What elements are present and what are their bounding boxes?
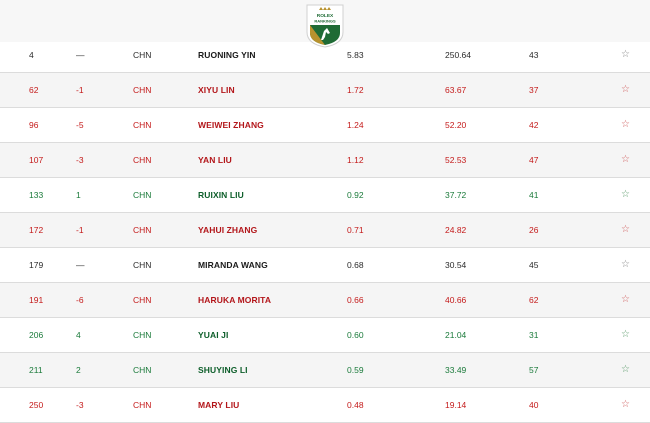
country-cell: CHN: [133, 225, 152, 235]
favorite-star-icon[interactable]: ☆: [621, 38, 630, 72]
player-name-link[interactable]: YAHUI ZHANG: [198, 213, 257, 247]
movement-cell: -1: [76, 85, 84, 95]
rank-cell: 191: [29, 295, 44, 305]
rank-cell: 179: [29, 260, 44, 270]
total-points-cell: 24.82: [445, 225, 467, 235]
average-points-cell: 1.24: [347, 120, 364, 130]
average-points-cell: 0.71: [347, 225, 364, 235]
movement-cell: -6: [76, 295, 84, 305]
rank-cell: 96: [29, 120, 39, 130]
table-row[interactable]: 107 -3 CHN YAN LIU 1.12 52.53 47 ☆: [0, 143, 650, 178]
country-cell: CHN: [133, 155, 152, 165]
average-points-cell: 0.66: [347, 295, 364, 305]
total-points-cell: 30.54: [445, 260, 467, 270]
favorite-star-icon[interactable]: ☆: [621, 353, 630, 387]
rank-cell: 107: [29, 155, 44, 165]
movement-cell: 1: [76, 190, 81, 200]
rank-cell: 4: [29, 50, 34, 60]
table-row[interactable]: 211 2 CHN SHUYING LI 0.59 33.49 57 ☆: [0, 353, 650, 388]
player-name-link[interactable]: WEIWEI ZHANG: [198, 108, 264, 142]
table-row[interactable]: 133 1 CHN RUIXIN LIU 0.92 37.72 41 ☆: [0, 178, 650, 213]
country-cell: CHN: [133, 50, 152, 60]
average-points-cell: 0.59: [347, 365, 364, 375]
player-name-link[interactable]: XIYU LIN: [198, 73, 235, 107]
rank-cell: 62: [29, 85, 39, 95]
rankings-shield-icon: ROLEX RANKINGS: [306, 4, 344, 48]
player-name-link[interactable]: SHUYING LI: [198, 353, 248, 387]
player-name-link[interactable]: RUONING YIN: [198, 38, 256, 72]
rolex-rankings-logo[interactable]: ROLEX RANKINGS: [306, 4, 344, 48]
favorite-star-icon[interactable]: ☆: [621, 143, 630, 177]
total-points-cell: 63.67: [445, 85, 467, 95]
player-name-link[interactable]: YUAI JI: [198, 318, 228, 352]
events-played-cell: 45: [529, 260, 539, 270]
events-played-cell: 42: [529, 120, 539, 130]
rank-cell: 133: [29, 190, 44, 200]
country-cell: CHN: [133, 85, 152, 95]
total-points-cell: 37.72: [445, 190, 467, 200]
total-points-cell: 40.66: [445, 295, 467, 305]
total-points-cell: 21.04: [445, 330, 467, 340]
favorite-star-icon[interactable]: ☆: [621, 318, 630, 352]
events-played-cell: 47: [529, 155, 539, 165]
rank-cell: 172: [29, 225, 44, 235]
events-played-cell: 26: [529, 225, 539, 235]
favorite-star-icon[interactable]: ☆: [621, 178, 630, 212]
movement-cell: -3: [76, 155, 84, 165]
total-points-cell: 250.64: [445, 50, 471, 60]
country-cell: CHN: [133, 120, 152, 130]
table-row[interactable]: 62 -1 CHN XIYU LIN 1.72 63.67 37 ☆: [0, 73, 650, 108]
logo-label: RANKINGS: [314, 19, 336, 24]
movement-cell: 4: [76, 330, 81, 340]
country-cell: CHN: [133, 330, 152, 340]
table-row[interactable]: 250 -3 CHN MARY LIU 0.48 19.14 40 ☆: [0, 388, 650, 423]
events-played-cell: 62: [529, 295, 539, 305]
favorite-star-icon[interactable]: ☆: [621, 213, 630, 247]
average-points-cell: 0.60: [347, 330, 364, 340]
player-name-link[interactable]: MIRANDA WANG: [198, 248, 268, 282]
table-row[interactable]: 172 -1 CHN YAHUI ZHANG 0.71 24.82 26 ☆: [0, 213, 650, 248]
rank-cell: 206: [29, 330, 44, 340]
table-row[interactable]: 191 -6 CHN HARUKA MORITA 0.66 40.66 62 ☆: [0, 283, 650, 318]
events-played-cell: 57: [529, 365, 539, 375]
average-points-cell: 0.92: [347, 190, 364, 200]
table-row[interactable]: 179 — CHN MIRANDA WANG 0.68 30.54 45 ☆: [0, 248, 650, 283]
events-played-cell: 43: [529, 50, 539, 60]
table-row[interactable]: 96 -5 CHN WEIWEI ZHANG 1.24 52.20 42 ☆: [0, 108, 650, 143]
country-cell: CHN: [133, 260, 152, 270]
events-played-cell: 37: [529, 85, 539, 95]
player-name-link[interactable]: YAN LIU: [198, 143, 232, 177]
total-points-cell: 33.49: [445, 365, 467, 375]
favorite-star-icon[interactable]: ☆: [621, 283, 630, 317]
movement-cell: -5: [76, 120, 84, 130]
country-cell: CHN: [133, 190, 152, 200]
average-points-cell: 0.68: [347, 260, 364, 270]
favorite-star-icon[interactable]: ☆: [621, 248, 630, 282]
rank-cell: 211: [29, 365, 43, 375]
average-points-cell: 1.12: [347, 155, 364, 165]
average-points-cell: 1.72: [347, 85, 364, 95]
country-cell: CHN: [133, 295, 152, 305]
average-points-cell: 5.83: [347, 50, 364, 60]
movement-cell: —: [76, 260, 85, 270]
table-row[interactable]: 206 4 CHN YUAI JI 0.60 21.04 31 ☆: [0, 318, 650, 353]
player-name-link[interactable]: RUIXIN LIU: [198, 178, 244, 212]
events-played-cell: 31: [529, 330, 539, 340]
movement-cell: —: [76, 50, 85, 60]
events-played-cell: 41: [529, 190, 539, 200]
total-points-cell: 52.20: [445, 120, 467, 130]
player-name-link[interactable]: HARUKA MORITA: [198, 283, 271, 317]
movement-cell: 2: [76, 365, 81, 375]
favorite-star-icon[interactable]: ☆: [621, 73, 630, 107]
total-points-cell: 52.53: [445, 155, 467, 165]
favorite-star-icon[interactable]: ☆: [621, 108, 630, 142]
movement-cell: -1: [76, 225, 84, 235]
rankings-table: 4 — CHN RUONING YIN 5.83 250.64 43 ☆ 62 -1 CHN XIYU…: [0, 38, 650, 423]
country-cell: CHN: [133, 365, 152, 375]
